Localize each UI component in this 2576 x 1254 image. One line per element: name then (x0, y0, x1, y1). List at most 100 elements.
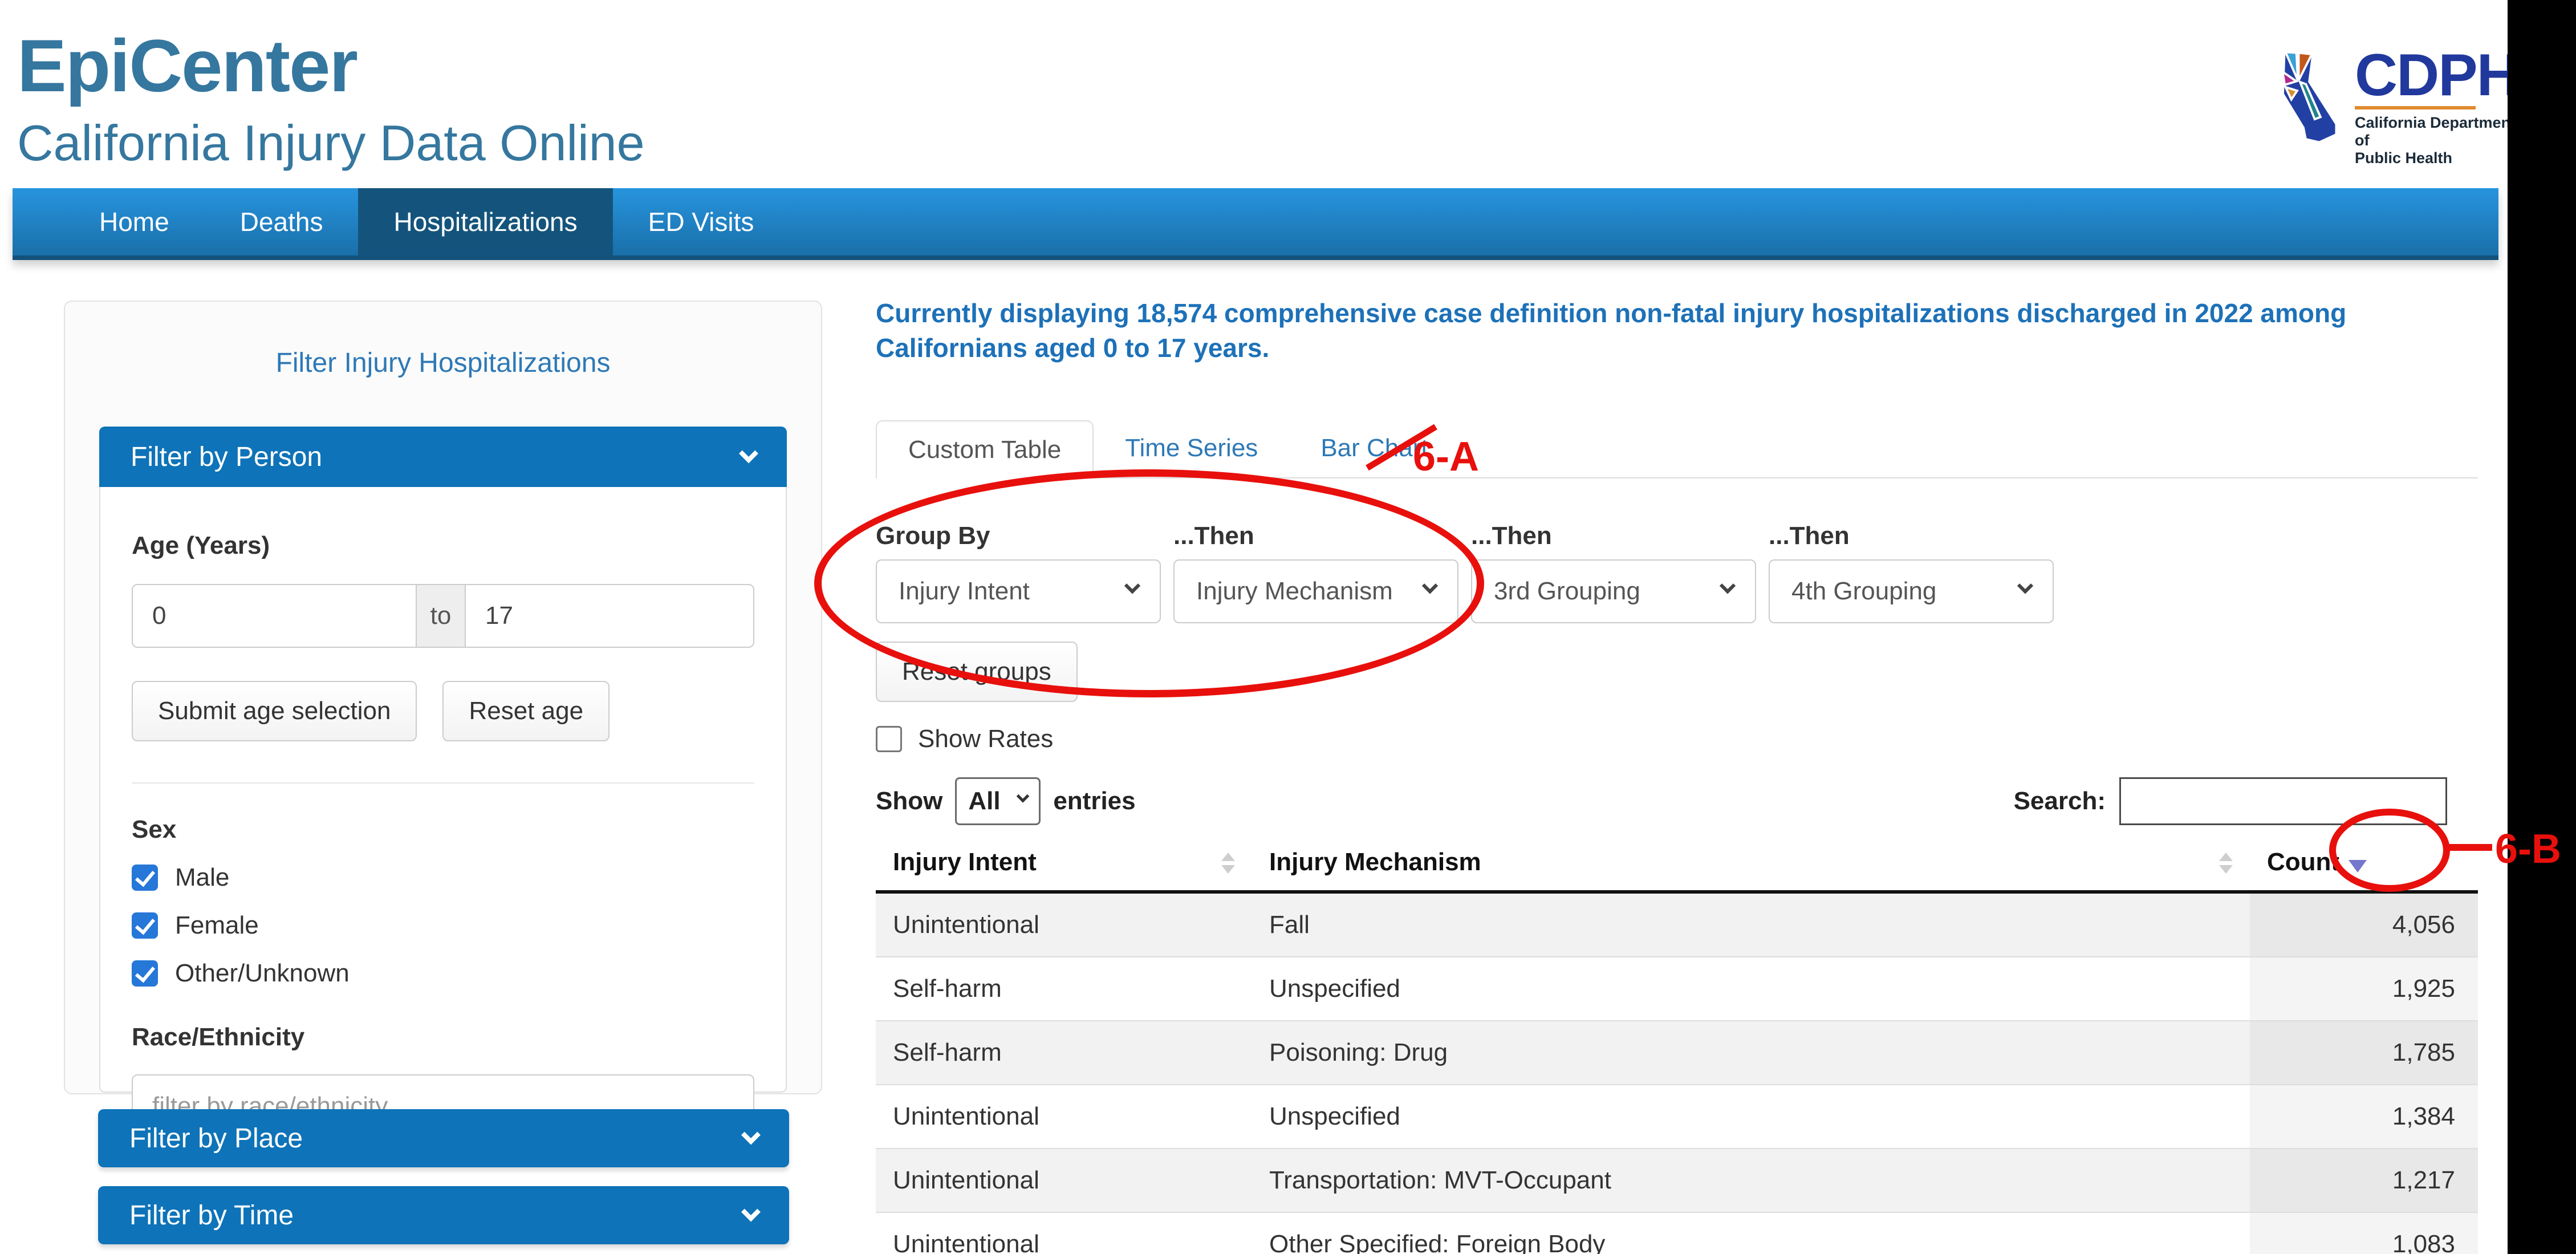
grouping-select-3[interactable]: 3rd Grouping (1471, 559, 1756, 623)
age-label: Age (Years) (132, 487, 754, 560)
column-header-injury-intent[interactable]: Injury Intent (876, 834, 1252, 892)
filter-by-person-header[interactable]: Filter by Person (99, 427, 787, 487)
age-max-input[interactable] (465, 584, 754, 648)
other-unknown-checkbox[interactable] (132, 960, 158, 987)
chevron-down-icon (741, 1202, 761, 1221)
table-row[interactable]: Unintentional Transportation: MVT-Occupa… (876, 1149, 2478, 1212)
results-table: Injury Intent Injury Mechanism Count (876, 834, 2478, 1254)
grouping-labels: Group By ...Then ...Then ...Then (876, 522, 2478, 550)
nav-item-ed-visits[interactable]: ED Visits (613, 188, 790, 255)
chevron-down-icon (1422, 578, 1438, 594)
page-length-value: All (968, 787, 1000, 815)
view-tabs: Custom Table Time Series Bar Chart (876, 419, 2478, 478)
annotation-label-6b: 6-B (2495, 826, 2561, 872)
chevron-down-icon (1124, 578, 1140, 594)
table-row[interactable]: Self-harm Poisoning: Drug 1,785 (876, 1021, 2478, 1085)
grouping-select-3-value: 3rd Grouping (1494, 577, 1640, 606)
then-label: ...Then (1173, 522, 1458, 550)
female-checkbox-label: Female (175, 911, 259, 940)
chevron-down-icon (741, 1125, 761, 1145)
sort-icon (2219, 853, 2233, 874)
table-controls: Show All entries Search: (876, 777, 2478, 825)
filter-by-person-label: Filter by Person (131, 441, 322, 473)
reset-age-button[interactable]: Reset age (442, 681, 610, 741)
chevron-down-icon (1720, 578, 1736, 594)
nav-item-home[interactable]: Home (64, 188, 205, 255)
california-state-icon (2274, 50, 2347, 147)
group-by-label: Group By (876, 522, 1161, 550)
race-ethnicity-label: Race/Ethnicity (132, 1023, 754, 1052)
chevron-down-icon (1017, 790, 1030, 803)
main-content: Currently displaying 18,574 comprehensiv… (876, 296, 2478, 1254)
annotation-line (2448, 844, 2492, 851)
sex-option-other: Other/Unknown (132, 959, 754, 988)
grouping-select-4-value: 4th Grouping (1791, 577, 1936, 606)
grouping-selects: Injury Intent Injury Mechanism 3rd Group… (876, 559, 2478, 623)
other-unknown-checkbox-label: Other/Unknown (175, 959, 350, 988)
age-range-connector: to (417, 584, 465, 648)
filter-by-time-label: Filter by Time (129, 1200, 294, 1231)
grouping-select-2-value: Injury Mechanism (1196, 577, 1393, 606)
show-rates-option: Show Rates (876, 725, 2478, 753)
male-checkbox[interactable] (132, 865, 158, 891)
filter-panel: Filter Injury Hospitalizations Filter by… (64, 301, 822, 1094)
show-rates-label: Show Rates (918, 725, 1053, 753)
logo-dept-line2: Public Health (2355, 149, 2518, 167)
page: EpiCenter California Injury Data Online … (0, 0, 2576, 1254)
sex-option-female: Female (132, 911, 754, 940)
page-length-control: Show All entries (876, 777, 1136, 825)
column-header-injury-mechanism[interactable]: Injury Mechanism (1252, 834, 2250, 892)
search-input[interactable] (2119, 777, 2447, 825)
filter-by-person-body: Age (Years) to Submit age selection Rese… (99, 487, 787, 1093)
column-header-count[interactable]: Count (2250, 834, 2478, 892)
cdph-acronym: CDPH (2355, 50, 2518, 100)
length-suffix: entries (1053, 787, 1135, 815)
filter-by-place-label: Filter by Place (129, 1123, 303, 1154)
reset-groups-button[interactable]: Reset groups (876, 642, 1078, 702)
filter-by-time-header[interactable]: Filter by Time (98, 1186, 789, 1244)
filter-panel-title: Filter Injury Hospitalizations (65, 347, 821, 379)
table-search: Search: (2014, 777, 2447, 825)
grouping-select-1[interactable]: Injury Intent (876, 559, 1161, 623)
chevron-down-icon (739, 444, 758, 463)
female-checkbox[interactable] (132, 912, 158, 939)
results-summary: Currently displaying 18,574 comprehensiv… (876, 296, 2478, 366)
sex-label: Sex (132, 815, 754, 844)
filter-by-place-header[interactable]: Filter by Place (98, 1109, 789, 1167)
screenshot-black-edge (2508, 0, 2576, 1254)
divider (132, 782, 754, 784)
male-checkbox-label: Male (175, 863, 229, 892)
page-subtitle: California Injury Data Online (17, 114, 645, 172)
annotation-label-6a: 6-A (1413, 433, 1479, 480)
grouping-select-4[interactable]: 4th Grouping (1769, 559, 2054, 623)
table-row[interactable]: Unintentional Unspecified 1,384 (876, 1085, 2478, 1149)
sort-icon (1221, 853, 1235, 874)
sex-option-male: Male (132, 863, 754, 892)
tab-time-series[interactable]: Time Series (1094, 419, 1289, 477)
grouping-select-1-value: Injury Intent (899, 577, 1030, 606)
show-rates-checkbox[interactable] (876, 726, 902, 752)
table-row[interactable]: Unintentional Fall 4,056 (876, 892, 2478, 957)
logo-dept-line1: California Department of (2355, 114, 2518, 149)
filter-by-person-section: Filter by Person Age (Years) to Submit a… (99, 427, 787, 1093)
age-min-input[interactable] (132, 584, 417, 648)
search-label: Search: (2014, 787, 2106, 815)
then-label: ...Then (1471, 522, 1756, 550)
tab-custom-table[interactable]: Custom Table (876, 420, 1094, 478)
grouping-select-2[interactable]: Injury Mechanism (1173, 559, 1458, 623)
page-title: EpiCenter (17, 23, 357, 108)
nav-item-hospitalizations[interactable]: Hospitalizations (358, 188, 612, 255)
table-row[interactable]: Unintentional Other Specified: Foreign B… (876, 1212, 2478, 1254)
cdph-logo: CDPH California Department of Public Hea… (2274, 50, 2479, 147)
submit-age-button[interactable]: Submit age selection (132, 681, 417, 741)
length-prefix: Show (876, 787, 942, 815)
chevron-down-icon (2017, 578, 2033, 594)
then-label: ...Then (1769, 522, 2054, 550)
table-header-row: Injury Intent Injury Mechanism Count (876, 834, 2478, 892)
table-row[interactable]: Self-harm Unspecified 1,925 (876, 957, 2478, 1021)
logo-rule (2355, 106, 2476, 109)
page-length-select[interactable]: All (955, 777, 1041, 825)
main-nav: Home Deaths Hospitalizations ED Visits (13, 188, 2498, 260)
nav-item-deaths[interactable]: Deaths (205, 188, 359, 255)
age-range-group: to (132, 584, 754, 648)
